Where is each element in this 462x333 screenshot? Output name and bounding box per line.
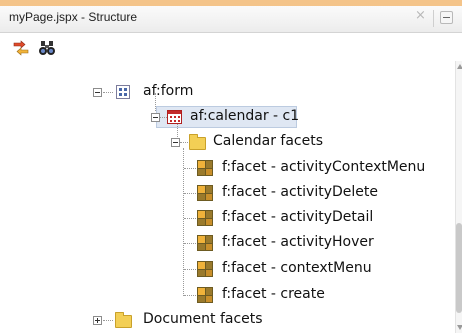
facet-icon bbox=[197, 185, 213, 201]
scroll-down-icon[interactable] bbox=[457, 325, 462, 330]
tree-node-af-calendar[interactable]: af:calendar - c1 bbox=[143, 106, 303, 128]
form-icon bbox=[116, 85, 130, 99]
tree-node-label: f:facet - contextMenu bbox=[222, 260, 372, 276]
collapse-icon[interactable] bbox=[151, 113, 160, 122]
tree-node-label: f:facet - create bbox=[222, 286, 325, 302]
tree-node-facet[interactable]: f:facet - create bbox=[197, 284, 447, 306]
facet-icon bbox=[197, 160, 213, 176]
scroll-up-icon[interactable] bbox=[457, 64, 462, 69]
tree-node-label: f:facet - activityContextMenu bbox=[222, 159, 426, 175]
tree-node-facet[interactable]: f:facet - activityDelete bbox=[197, 182, 447, 204]
vertical-scrollbar[interactable] bbox=[455, 61, 462, 333]
tree-connector bbox=[184, 168, 196, 170]
tree-node-facet[interactable]: f:facet - contextMenu bbox=[197, 258, 447, 280]
tree-node-label: f:facet - activityDelete bbox=[222, 184, 379, 200]
minimize-icon[interactable] bbox=[440, 11, 453, 24]
folder-icon bbox=[115, 312, 132, 328]
expand-icon[interactable] bbox=[93, 316, 102, 325]
tree-node-facet[interactable]: f:facet - activityHover bbox=[197, 232, 447, 254]
tree-node-label: af:form bbox=[143, 83, 194, 99]
tree-connector bbox=[184, 243, 196, 245]
collapse-icon[interactable] bbox=[171, 138, 180, 147]
tree-node-af-form[interactable]: af:form bbox=[93, 81, 213, 103]
facet-icon bbox=[197, 287, 213, 303]
close-icon[interactable]: × bbox=[415, 8, 426, 23]
tree-node-label: Document facets bbox=[143, 311, 263, 327]
tree-node-calendar-facets[interactable]: Calendar facets bbox=[171, 131, 331, 153]
tree-node-label: f:facet - activityDetail bbox=[222, 209, 374, 225]
tree-node-label: f:facet - activityHover bbox=[222, 234, 374, 250]
facet-icon bbox=[197, 210, 213, 226]
facet-icon bbox=[197, 235, 213, 251]
tree-connector bbox=[184, 218, 196, 220]
tree-connector bbox=[183, 148, 185, 296]
toolbar bbox=[0, 33, 462, 61]
tree-node-label: Calendar facets bbox=[213, 133, 324, 149]
window-title: myPage.jspx - Structure bbox=[9, 10, 138, 24]
sync-with-editor-icon[interactable] bbox=[12, 40, 30, 56]
folder-icon bbox=[189, 134, 206, 150]
title-separator bbox=[433, 10, 434, 27]
tree-node-facet[interactable]: f:facet - activityDetail bbox=[197, 207, 447, 229]
find-binoculars-icon[interactable] bbox=[38, 40, 56, 56]
collapse-icon[interactable] bbox=[93, 88, 102, 97]
tree-connector bbox=[184, 269, 196, 271]
tree-node-facet[interactable]: f:facet - activityContextMenu bbox=[197, 157, 447, 179]
structure-window: myPage.jspx - Structure × af:form af:cal… bbox=[0, 0, 462, 333]
tree-node-label: af:calendar - c1 bbox=[190, 108, 300, 124]
tree-connector bbox=[184, 193, 196, 195]
scroll-thumb[interactable] bbox=[456, 223, 462, 313]
title-bar: myPage.jspx - Structure × bbox=[0, 6, 462, 33]
facet-icon bbox=[197, 261, 213, 277]
calendar-icon bbox=[167, 110, 182, 124]
tree-connector bbox=[184, 295, 196, 297]
tree-node-document-facets[interactable]: Document facets bbox=[93, 309, 293, 331]
